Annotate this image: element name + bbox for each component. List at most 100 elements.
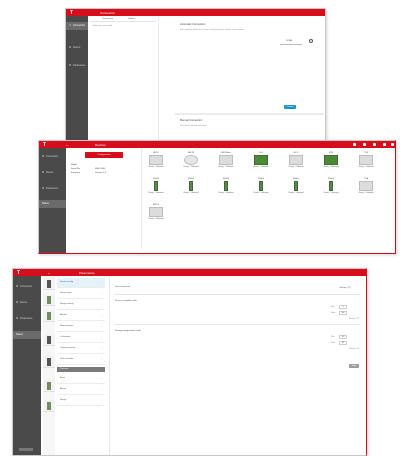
port-value[interactable]: COM4	[286, 40, 292, 42]
channel-list-item[interactable]: Basic ›	[57, 374, 105, 384]
automatic-connection-text: Select the device and the port to connec…	[180, 30, 244, 31]
device-tile[interactable]: MT-8 Ready · Calibrated	[322, 152, 340, 171]
device-tile[interactable]: MDP-Shunt Ready · Calibrated	[217, 152, 235, 171]
parameter-list-label: Communication	[60, 347, 76, 349]
chevron-right-icon: ›	[101, 388, 102, 391]
device-tile[interactable]: Pt100-3 Ready · Calibrated	[217, 178, 235, 197]
parameter-list-label: Sensor type	[60, 292, 72, 294]
sidebar-item-device[interactable]: Device	[42, 171, 53, 174]
device-thumb-5[interactable]	[43, 356, 55, 368]
device-tile-caption: Ready · Calibrated	[148, 218, 164, 220]
device-tile-caption: Ready · Calibrated	[253, 166, 269, 168]
device-tile[interactable]: Pt100-6 Ready · Calibrated	[322, 178, 340, 197]
tab-connection[interactable]: Connection	[100, 11, 115, 15]
page-title: Devices	[95, 143, 106, 147]
device-tile[interactable]: Pt100-1 Ready · Calibrated	[147, 178, 165, 197]
sidebar-item-connection[interactable]: Connection	[69, 24, 85, 27]
sidebar: Connection Device Parameters Status	[39, 148, 66, 253]
group2-max-label: Max	[331, 342, 336, 344]
configuration-button[interactable]: Configuration	[85, 152, 123, 158]
device-thumb-4[interactable]	[43, 334, 55, 346]
sidebar-item-parameters[interactable]: Parameters	[16, 317, 32, 320]
title-bar: T ← Parameters	[13, 269, 366, 276]
device-tile-caption: Ready · Calibrated	[148, 192, 164, 194]
group2-min-input[interactable]: -40	[339, 335, 347, 339]
channel-list-item[interactable]: Alarm ›	[57, 385, 105, 395]
save-icon[interactable]	[353, 143, 356, 146]
group2-title: Storage temperature scale	[115, 330, 141, 332]
group1-max-input[interactable]: 100	[339, 311, 347, 315]
parameter-list-item[interactable]: Device config ›	[57, 278, 105, 288]
device-tile[interactable]: Pt100-2 Ready · Calibrated	[182, 178, 200, 197]
device-image-icon	[149, 207, 163, 217]
parameter-list-item[interactable]: Data recorder ›	[57, 355, 105, 365]
grid-icon[interactable]	[363, 143, 366, 146]
sidebar-item-parameters[interactable]: Parameters	[42, 187, 58, 190]
device-tile[interactable]: TC-8 Ready · Calibrated	[357, 152, 375, 171]
device-image-icon	[359, 155, 373, 165]
parameter-list: Device config › Sensor type › Range setting ›…	[57, 276, 107, 455]
page-title: Parameters	[79, 271, 95, 275]
device-thumb-2[interactable]	[43, 294, 55, 306]
device-thumb-3[interactable]	[43, 310, 55, 322]
manual-connection-title: Manual Connection	[180, 119, 203, 122]
device-image-icon	[359, 181, 373, 191]
connect-button[interactable]: Connect	[284, 105, 296, 109]
back-arrow-icon[interactable]: ←	[47, 270, 51, 275]
monitor-icon[interactable]	[373, 143, 376, 146]
user-icon[interactable]	[383, 143, 386, 146]
device-image-icon	[184, 155, 198, 165]
device-tile[interactable]: Pt100-5 Ready · Calibrated	[287, 178, 305, 197]
parameter-list-item[interactable]: Range setting ›	[57, 300, 105, 310]
device-tile-caption: Ready · Calibrated	[358, 166, 374, 168]
sidebar-item-device[interactable]: Device	[16, 301, 27, 304]
device-tile-caption: Ready · Calibrated	[218, 192, 234, 194]
sidebar: Connection Device Parameters Status	[13, 276, 41, 455]
chevron-right-icon: ›	[101, 303, 102, 306]
group2-max-input[interactable]: 85	[339, 341, 347, 345]
unit-select[interactable]: Celsius (°C)	[339, 287, 351, 289]
group1-title: Process variable scale	[115, 300, 137, 302]
device-tile[interactable]: MDP-F Ready · Calibrated	[147, 152, 165, 171]
group1-min-input[interactable]: 0	[339, 305, 347, 309]
parameter-list-item[interactable]: Communication ›	[57, 344, 105, 354]
device-tile[interactable]: Pt100-4 Ready · Calibrated	[252, 178, 270, 197]
refresh-icon[interactable]	[309, 39, 313, 43]
apply-button[interactable]: Apply	[349, 364, 359, 368]
device-image-icon	[294, 181, 298, 191]
parameter-list-item[interactable]: Measurement ›	[57, 322, 105, 332]
device-tile[interactable]: Mi3-TS Ready · Calibrated	[182, 152, 200, 171]
parameter-list-item[interactable]: Calibration ›	[57, 333, 105, 343]
device-thumb-7[interactable]	[43, 400, 55, 412]
parameters-window: T ← Parameters Connection Device Paramet…	[12, 268, 367, 456]
tab-header-options[interactable]: Options	[128, 18, 136, 20]
group1-max-label: Max	[331, 312, 336, 314]
device-thumb-6[interactable]	[43, 380, 55, 392]
device-thumb-1[interactable]	[43, 278, 55, 290]
device-tile[interactable]: TC-A Ready · Calibrated	[357, 178, 375, 197]
chevron-right-icon[interactable]: ›	[134, 168, 135, 170]
sidebar-item-device[interactable]: Device	[69, 46, 80, 49]
sidebar-item-parameters[interactable]: Parameters	[69, 64, 85, 67]
parameter-list-item[interactable]: Alarms ›	[57, 311, 105, 321]
back-arrow-icon[interactable]: ←	[65, 142, 69, 147]
channel-list-item[interactable]: Range ›	[57, 396, 105, 406]
parameter-list-item[interactable]: Sensor type ›	[57, 289, 105, 299]
device-tile-name: MC-2	[293, 152, 299, 154]
device-thumbnail-column	[43, 276, 55, 455]
tab-header-connection[interactable]: Connection	[102, 18, 113, 20]
device-tile[interactable]: MDP-G Ready · Calibrated	[147, 204, 165, 223]
device-image-icon	[254, 155, 268, 165]
chevron-right-icon: ›	[101, 325, 102, 328]
info-value-serial: 0000 0000	[95, 168, 106, 170]
device-tile[interactable]: DI-4 Ready · Calibrated	[252, 152, 270, 171]
sidebar-item-connection[interactable]: Connection	[42, 155, 58, 158]
sidebar-item-status[interactable]: Status	[16, 333, 23, 336]
device-tile-name: Pt100-1	[152, 178, 160, 180]
settings-icon[interactable]	[391, 143, 394, 146]
device-image-icon	[154, 181, 158, 191]
sidebar-item-connection[interactable]: Connection	[16, 285, 32, 288]
sidebar-item-status[interactable]: Status	[42, 202, 49, 205]
device-tile[interactable]: MC-2 Ready · Calibrated	[287, 152, 305, 171]
info-value-firmware: Version 1.0	[95, 172, 106, 174]
